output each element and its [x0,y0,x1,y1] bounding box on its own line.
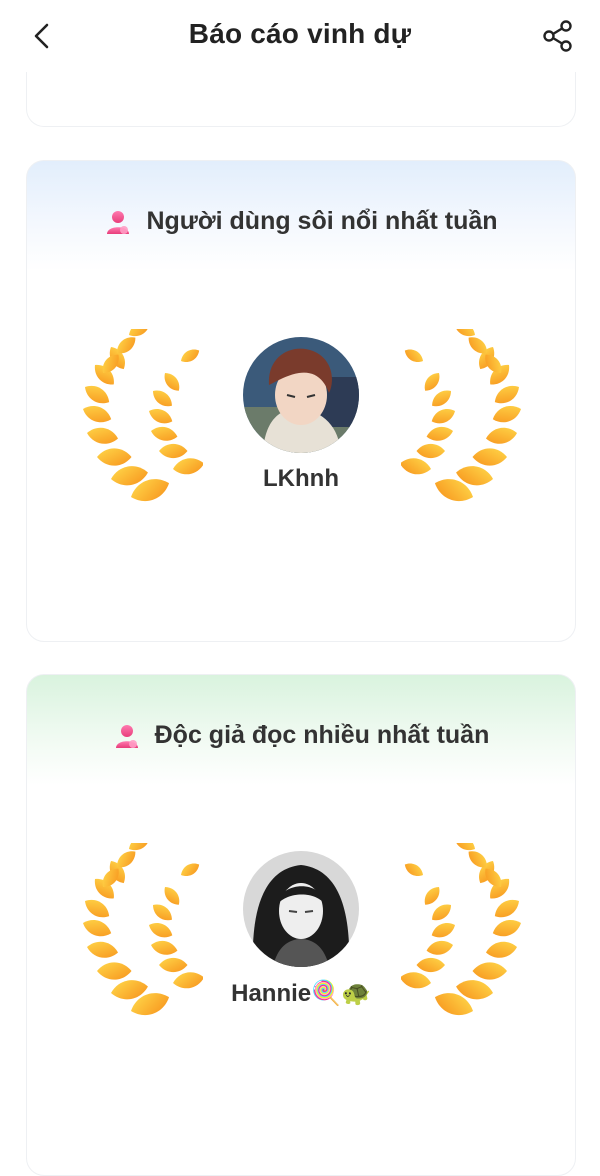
username[interactable]: Hannie🍭🐢 [27,979,575,1008]
share-icon [543,20,572,52]
page-title: Báo cáo vinh dự [188,18,412,49]
top-bar: Báo cáo vinh dự [0,0,600,72]
user-icon [115,724,138,748]
card-title: Người dùng sôi nổi nhất tuần [146,207,498,235]
most-active-user-card: Người dùng sôi nổi nhất tuần LKhnh [26,160,576,642]
share-button[interactable] [538,16,578,56]
user-icon [107,210,130,234]
top-reader-card: Độc giả đọc nhiều nhất tuần Hannie🍭🐢 [26,674,576,1176]
username[interactable]: LKhnh [27,465,575,493]
card-header: Độc giả đọc nhiều nhất tuần [27,721,575,750]
card-title: Độc giả đọc nhiều nhất tuần [154,721,490,749]
avatar[interactable] [243,851,359,967]
avatar[interactable] [243,337,359,453]
card-header: Người dùng sôi nổi nhất tuần [27,207,575,236]
